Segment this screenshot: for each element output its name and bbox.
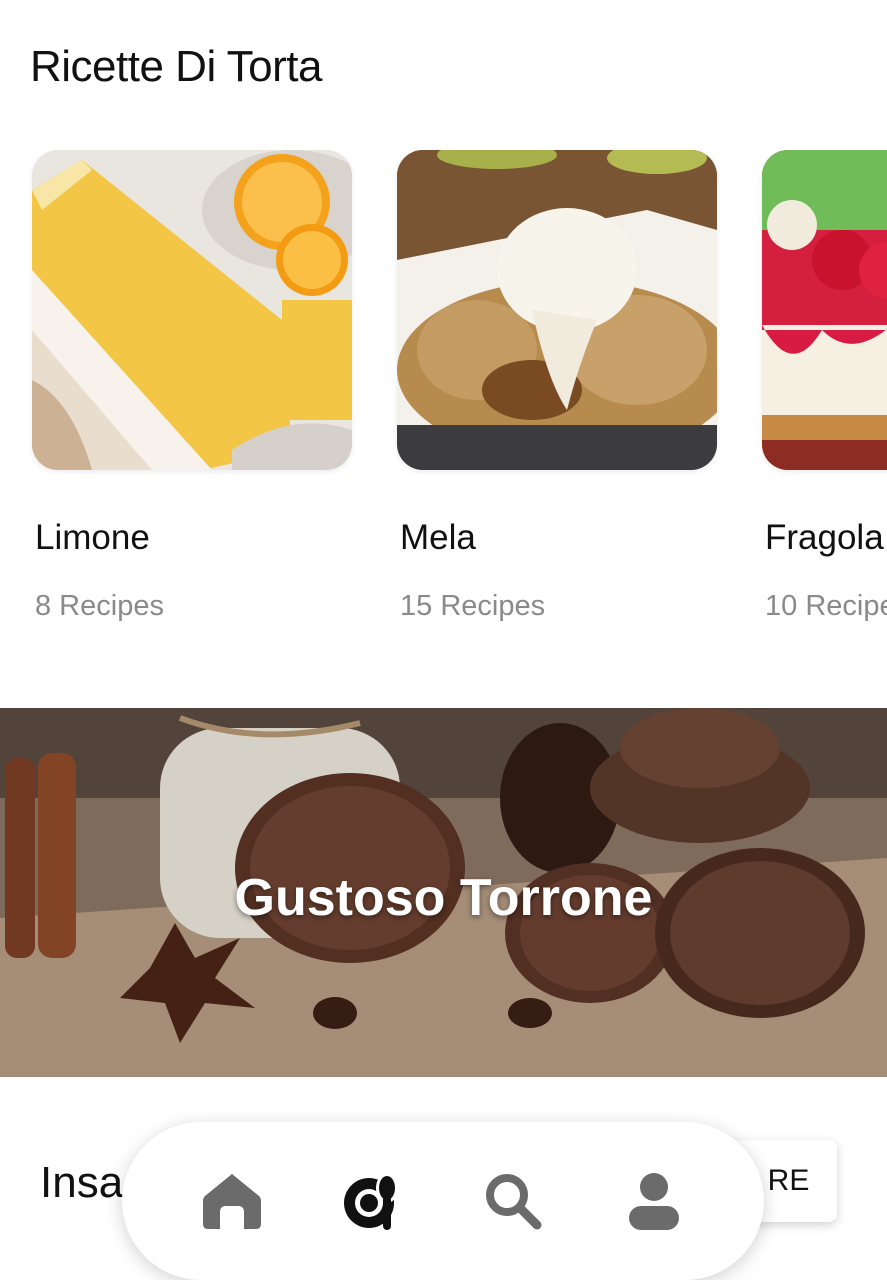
- banner-title: Gustoso Torrone: [234, 869, 653, 927]
- nav-home[interactable]: [197, 1166, 267, 1236]
- category-carousel[interactable]: Limone 8 Recipes Mela 15 Recipes Fragola…: [0, 150, 887, 630]
- featured-banner[interactable]: Gustoso Torrone: [0, 708, 887, 1077]
- nav-search[interactable]: [478, 1166, 548, 1236]
- category-count: 10 Recipes: [765, 590, 887, 622]
- nav-recipes[interactable]: [338, 1166, 408, 1236]
- category-card-fragola[interactable]: Fragola 10 Recipes: [762, 150, 887, 622]
- category-name: Fragola: [765, 518, 884, 557]
- category-card-mela[interactable]: Mela 15 Recipes: [397, 150, 717, 622]
- section-title: Ricette Di Torta: [30, 42, 322, 91]
- nav-profile[interactable]: [619, 1166, 689, 1236]
- category-count: 15 Recipes: [400, 590, 546, 622]
- category-count: 8 Recipes: [35, 590, 164, 622]
- home-icon: [203, 1174, 262, 1229]
- strawberry-cake-image: [762, 150, 887, 470]
- apple-crumble-image: [397, 150, 717, 470]
- category-name: Mela: [400, 518, 476, 557]
- category-card-limone[interactable]: Limone 8 Recipes: [32, 150, 352, 622]
- category-name: Limone: [35, 518, 150, 557]
- profile-icon: [628, 1173, 679, 1230]
- lemon-cake-image: [32, 150, 352, 470]
- recipes-icon: [343, 1173, 398, 1230]
- section-title-secondary: Insa: [40, 1158, 124, 1207]
- search-icon: [486, 1174, 542, 1230]
- bottom-nav: [122, 1122, 764, 1280]
